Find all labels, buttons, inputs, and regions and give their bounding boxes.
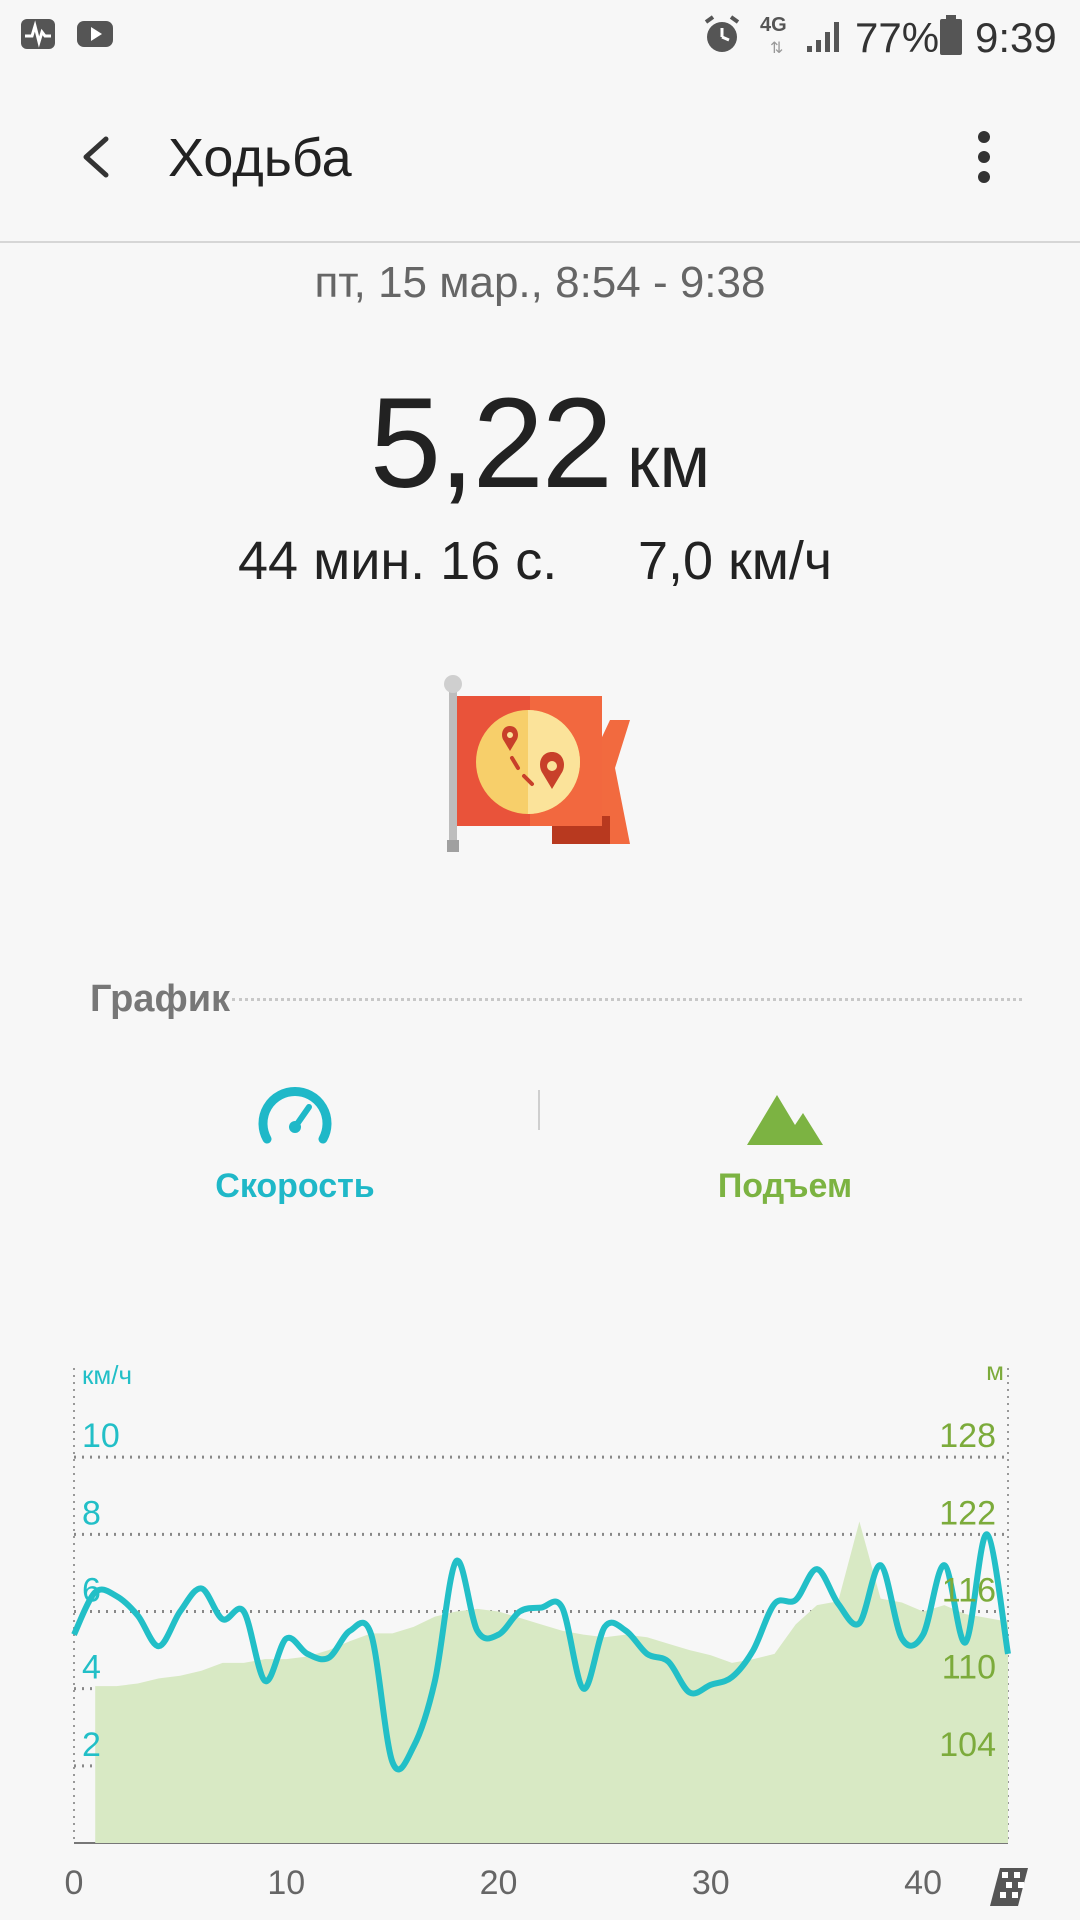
- tab-divider: [538, 1090, 540, 1130]
- x-tick-label: 10: [267, 1864, 305, 1902]
- x-tick-label: 40: [904, 1864, 942, 1902]
- alarm-icon: [704, 15, 740, 52]
- x-tick-label: 20: [480, 1864, 518, 1902]
- tab-speed[interactable]: Скорость: [190, 1075, 400, 1225]
- right-tick-label: 122: [939, 1494, 996, 1532]
- left-tick-label: 8: [82, 1494, 101, 1532]
- right-tick-label: 104: [939, 1726, 996, 1764]
- workout-datetime: пт, 15 мар., 8:54 - 9:38: [314, 258, 766, 307]
- activity-icon: [21, 19, 55, 49]
- tab-altitude[interactable]: Подъем: [680, 1075, 890, 1225]
- average-speed: 7,0 км/ч: [638, 531, 832, 591]
- app-bar: Ходьба: [0, 75, 1080, 243]
- speed-altitude-chart: км/ч м 2 4 6 8 10 104 110 116 122 128 0 10 20 30 40: [65, 1356, 1028, 1906]
- back-arrow-icon: [83, 136, 109, 178]
- more-options-button[interactable]: [960, 117, 1020, 197]
- speedometer-icon: [258, 1087, 332, 1144]
- more-vertical-icon: [978, 131, 990, 183]
- mountain-icon: [747, 1095, 823, 1145]
- right-axis-unit: м: [986, 1356, 1004, 1386]
- signal-icon: [807, 22, 839, 52]
- section-title: График: [90, 978, 231, 1020]
- network-type: 4G: [760, 14, 787, 36]
- distance: 5,22 км: [0, 370, 1080, 517]
- data-arrows-icon: ⇅: [770, 40, 784, 57]
- x-tick-label: 30: [692, 1864, 730, 1902]
- route-flag-icon: [444, 675, 630, 852]
- back-button[interactable]: [58, 117, 138, 197]
- left-tick-label: 10: [82, 1417, 120, 1455]
- status-bar: 4G ⇅ 77% 9:39: [0, 0, 1080, 75]
- tab-altitude-label: Подъем: [717, 1167, 853, 1205]
- page-title: Ходьба: [168, 128, 352, 188]
- section-divider: [232, 998, 1022, 1001]
- battery-percent: 77%: [855, 14, 940, 61]
- right-tick-label: 128: [939, 1417, 996, 1455]
- left-tick-label: 6: [82, 1572, 101, 1610]
- battery-icon: [940, 15, 962, 55]
- left-axis-unit: км/ч: [82, 1360, 132, 1390]
- youtube-icon: [77, 21, 113, 47]
- x-tick-label: 0: [65, 1864, 84, 1902]
- altitude-area: [95, 1521, 1008, 1843]
- right-tick-label: 116: [942, 1572, 996, 1610]
- distance-unit: км: [626, 420, 711, 503]
- clock: 9:39: [975, 14, 1057, 61]
- tab-speed-label: Скорость: [215, 1167, 375, 1205]
- duration: 44 мин. 16 с.: [238, 531, 558, 591]
- finish-flag-icon: [990, 1868, 1028, 1906]
- distance-value: 5,22: [369, 372, 613, 515]
- left-tick-label: 2: [82, 1726, 101, 1764]
- left-tick-label: 4: [82, 1649, 101, 1687]
- right-tick-label: 110: [942, 1649, 996, 1687]
